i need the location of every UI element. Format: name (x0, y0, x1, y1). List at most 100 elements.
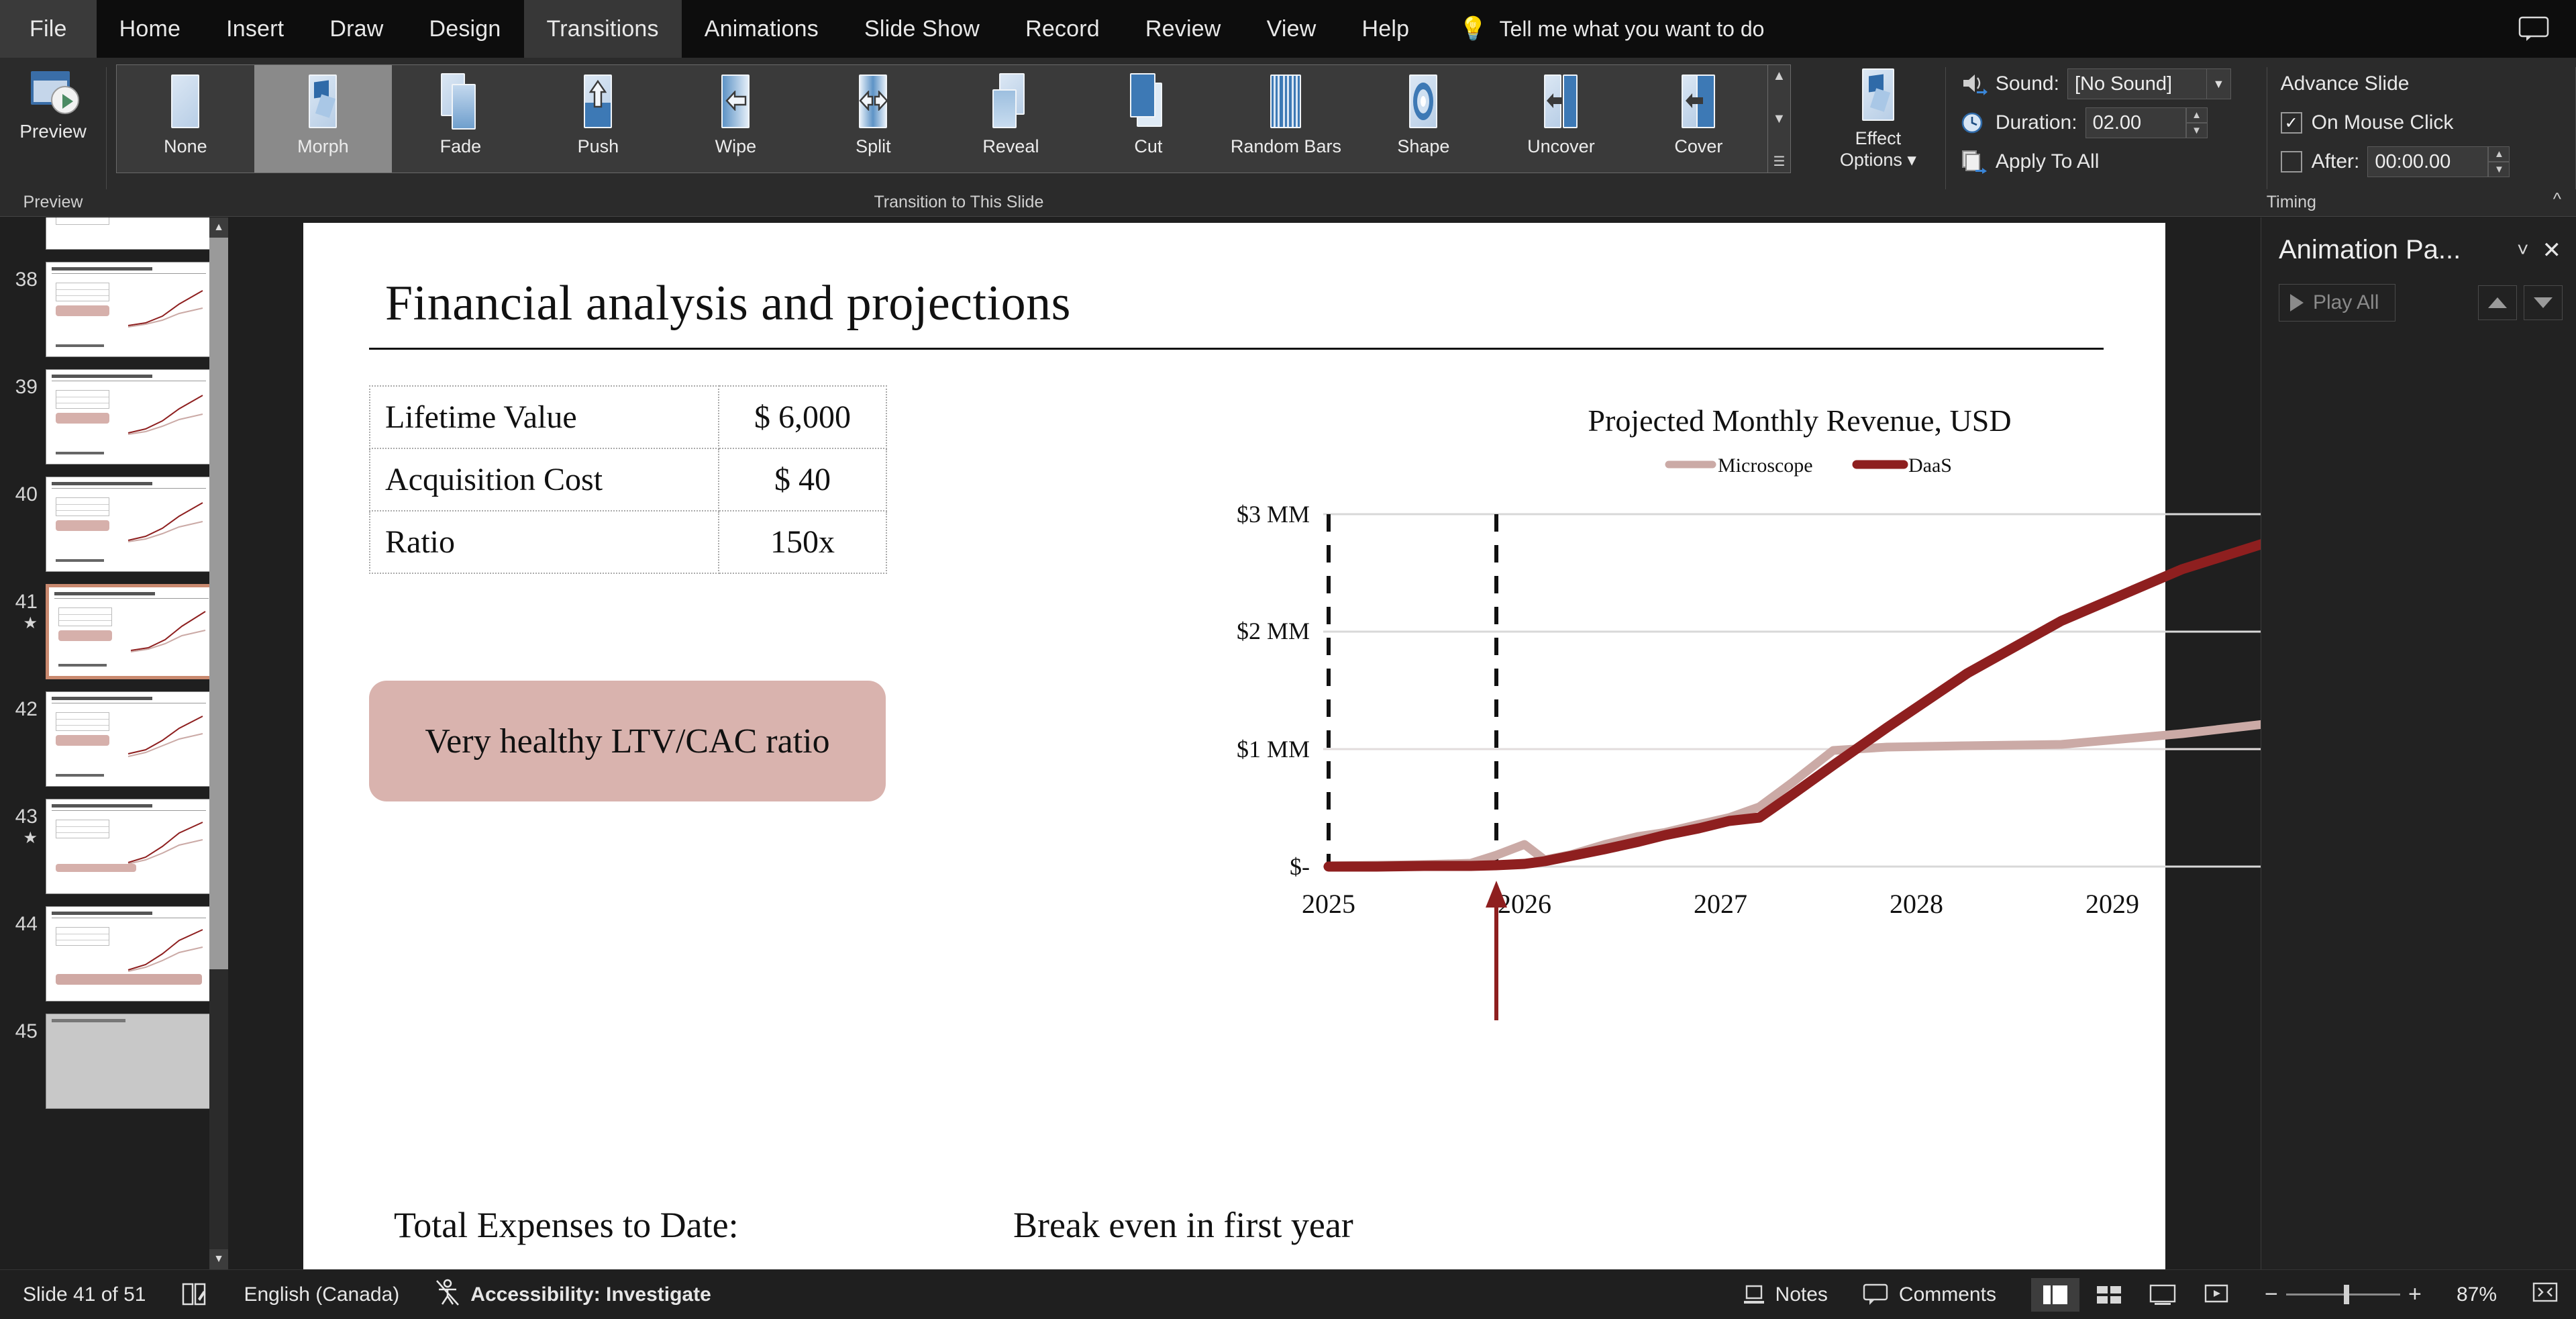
normal-view-button[interactable] (2030, 1277, 2079, 1312)
slide-canvas[interactable]: Financial analysis and projections Lifet… (303, 223, 2338, 1319)
transition-none[interactable]: None (117, 65, 254, 173)
thumbnail-scroll-up-icon[interactable]: ▲ (209, 217, 228, 238)
transition-cover[interactable]: Cover (1630, 65, 1767, 173)
metrics-table[interactable]: Lifetime Value $ 6,000 Acquisition Cost … (369, 385, 887, 574)
duration-value[interactable]: 02.00 (2085, 107, 2186, 138)
tab-home[interactable]: Home (97, 0, 204, 58)
gallery-more-icon[interactable]: ☰ (1773, 155, 1785, 168)
gallery-scroll-up-icon[interactable]: ▲ (1773, 69, 1786, 83)
tab-transitions[interactable]: Transitions (523, 0, 682, 58)
collapse-ribbon-icon[interactable]: ^ (2553, 189, 2561, 209)
slide-counter[interactable]: Slide 41 of 51 (0, 1283, 163, 1306)
after-increment-icon[interactable]: ▲ (2488, 146, 2510, 162)
slide-thumbnail[interactable] (46, 217, 215, 250)
transition-push[interactable]: Push (529, 65, 667, 173)
after-checkbox-row[interactable]: After: 00:00.00 ▲ ▼ (2280, 142, 2510, 181)
revenue-chart[interactable]: Projected Monthly Revenue, USD Microscop… (1229, 403, 2370, 1114)
slide-thumbnail[interactable] (46, 262, 215, 357)
duration-decrement-icon[interactable]: ▼ (2185, 123, 2208, 138)
after-decrement-icon[interactable]: ▼ (2488, 162, 2510, 177)
play-all-button[interactable]: Play All (2279, 284, 2396, 322)
gallery-scrollbar[interactable]: ▲ ▼ ☰ (1767, 64, 1791, 173)
tell-me-search[interactable]: 💡 Tell me what you want to do (1432, 0, 1764, 58)
after-value[interactable]: 00:00.00 (2367, 146, 2489, 177)
ltv-cac-callout[interactable]: Very healthy LTV/CAC ratio (369, 681, 886, 801)
sound-dropdown-arrow-icon[interactable]: ▼ (2206, 68, 2231, 99)
table-row[interactable]: Acquisition Cost $ 40 (369, 448, 887, 511)
transition-shape[interactable]: Shape (1355, 65, 1492, 173)
gallery-scroll-down-icon[interactable]: ▼ (1773, 112, 1786, 126)
comments-button[interactable]: Comments (1845, 1283, 2014, 1306)
transition-fade[interactable]: Fade (392, 65, 529, 173)
move-earlier-button[interactable] (2478, 285, 2517, 320)
transition-reveal[interactable]: Reveal (942, 65, 1080, 173)
preview-button[interactable]: Preview (0, 58, 106, 142)
ribbon-group-preview: Preview Preview (0, 58, 106, 216)
tab-view[interactable]: View (1244, 0, 1339, 58)
slide-show-button[interactable] (2192, 1278, 2240, 1312)
notes-button[interactable]: Notes (1724, 1283, 1845, 1306)
move-later-button[interactable] (2524, 285, 2563, 320)
tabbar-spacer (1764, 0, 2491, 58)
chevron-down-icon[interactable]: ˅ (2504, 239, 2542, 262)
slide-sorter-button[interactable] (2085, 1278, 2133, 1312)
tab-insert[interactable]: Insert (203, 0, 307, 58)
notes-page-icon[interactable] (163, 1281, 226, 1308)
zoom-out-button[interactable]: − (2257, 1281, 2286, 1308)
slide-thumbnail[interactable] (46, 477, 215, 572)
slide-thumbnail[interactable] (46, 584, 215, 679)
tab-help[interactable]: Help (1339, 0, 1432, 58)
transition-uncover[interactable]: Uncover (1492, 65, 1630, 173)
duration-increment-icon[interactable]: ▲ (2185, 107, 2208, 123)
transition-label: Reveal (982, 136, 1039, 156)
sound-dropdown[interactable]: [No Sound] (2067, 68, 2207, 99)
thumbnail-panel-scrollbar[interactable]: ▲ ▼ (209, 217, 228, 1269)
zoom-in-button[interactable]: + (2400, 1281, 2430, 1308)
tab-design[interactable]: Design (406, 0, 523, 58)
transition-cut[interactable]: Cut (1080, 65, 1217, 173)
accessibility-status[interactable]: Accessibility: Investigate (417, 1278, 728, 1312)
slide-thumbnail[interactable] (46, 691, 215, 787)
thumbnail-scroll-down-icon[interactable]: ▼ (209, 1249, 228, 1269)
notes-icon (1743, 1285, 1764, 1304)
duration-stepper[interactable]: 02.00 ▲ ▼ (2085, 107, 2208, 138)
preview-icon (27, 67, 79, 115)
apply-to-all-button[interactable]: Apply To All (1961, 142, 2099, 181)
zoom-knob[interactable] (2343, 1285, 2349, 1304)
break-even-note[interactable]: Break even in first year (1013, 1204, 1353, 1246)
language-indicator[interactable]: English (Canada) (226, 1283, 417, 1306)
on-mouse-click-checkbox[interactable]: ✓ (2280, 112, 2302, 134)
transition-morph[interactable]: Morph (254, 65, 392, 173)
tab-draw[interactable]: Draw (307, 0, 406, 58)
transition-gallery[interactable]: None Morph Fade Push Wipe Split Reveal C… (115, 64, 1768, 173)
page-title[interactable]: Financial analysis and projections (385, 275, 1071, 332)
after-stepper[interactable]: 00:00.00 ▲ ▼ (2367, 146, 2510, 177)
comments-icon[interactable] (2491, 0, 2576, 58)
thumbnail-scrollbar-thumb[interactable] (209, 238, 228, 969)
zoom-slider[interactable]: − + (2247, 1281, 2439, 1308)
tab-file[interactable]: File (0, 0, 97, 58)
zoom-track[interactable] (2285, 1285, 2400, 1304)
after-checkbox[interactable] (2280, 151, 2302, 173)
total-expenses-label[interactable]: Total Expenses to Date: (394, 1204, 739, 1246)
table-row[interactable]: Ratio 150x (369, 510, 887, 574)
slide-thumbnail[interactable] (46, 1014, 215, 1109)
tab-slide-show[interactable]: Slide Show (841, 0, 1002, 58)
reading-view-button[interactable] (2139, 1278, 2187, 1312)
svg-text:2027: 2027 (1694, 889, 1747, 919)
slide-thumbnail[interactable] (46, 906, 215, 1002)
on-mouse-click-checkbox-row[interactable]: ✓ On Mouse Click (2280, 103, 2453, 142)
effect-options-button[interactable]: Effect Options ▾ (1811, 58, 1945, 170)
transition-wipe[interactable]: Wipe (667, 65, 805, 173)
tab-review[interactable]: Review (1123, 0, 1244, 58)
zoom-level[interactable]: 87% (2439, 1283, 2514, 1306)
table-row[interactable]: Lifetime Value $ 6,000 (369, 385, 887, 449)
slide-thumbnail[interactable] (46, 799, 215, 894)
transition-random-bars[interactable]: Random Bars (1217, 65, 1355, 173)
tab-animations[interactable]: Animations (682, 0, 841, 58)
close-icon[interactable]: ✕ (2542, 237, 2562, 264)
tab-record[interactable]: Record (1002, 0, 1123, 58)
transition-split[interactable]: Split (805, 65, 942, 173)
fit-to-window-button[interactable] (2514, 1281, 2576, 1309)
slide-thumbnail[interactable] (46, 369, 215, 465)
